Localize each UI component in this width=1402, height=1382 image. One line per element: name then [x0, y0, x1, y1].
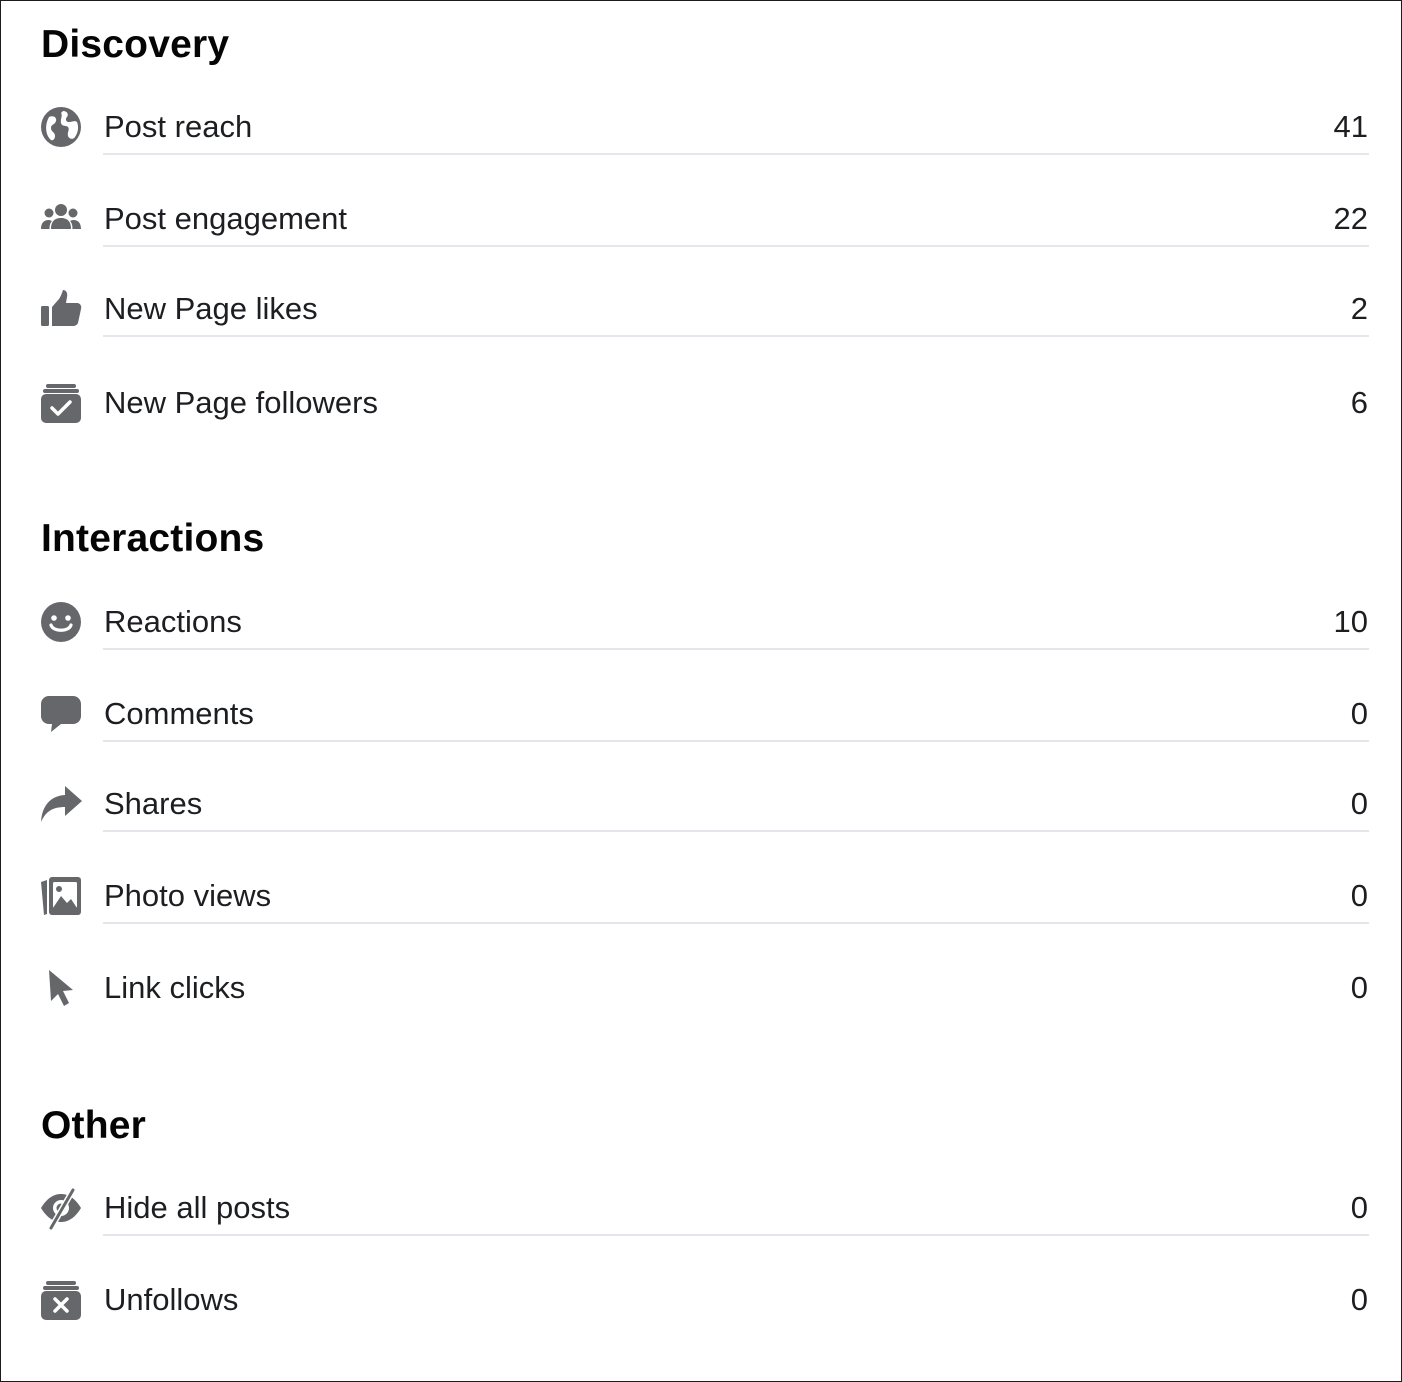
- metric-value: 6: [1350, 385, 1368, 420]
- metric-label: Post engagement: [104, 201, 348, 236]
- smiley-icon: [39, 600, 83, 644]
- follow-icon: [39, 381, 83, 425]
- metric-value: 2: [1350, 291, 1368, 326]
- unfollow-icon: [39, 1278, 83, 1322]
- metric-row-photo-views[interactable]: Photo views 0: [1, 850, 1401, 942]
- metric-label: Photo views: [104, 878, 272, 913]
- row-divider: [103, 830, 1369, 832]
- row-divider: [103, 335, 1369, 337]
- section-title-other: Other: [41, 1104, 147, 1147]
- cursor-icon: [39, 966, 83, 1010]
- metric-label: Shares: [104, 786, 203, 821]
- metric-row-reactions[interactable]: Reactions 10: [1, 576, 1401, 668]
- row-divider: [103, 153, 1369, 155]
- section-title-discovery: Discovery: [41, 23, 230, 66]
- metric-value: 0: [1350, 786, 1368, 821]
- metric-label: Link clicks: [104, 970, 246, 1005]
- section-title-interactions: Interactions: [41, 517, 265, 560]
- comment-icon: [39, 692, 83, 736]
- metric-label: Comments: [104, 696, 254, 731]
- row-divider: [103, 1234, 1369, 1236]
- metric-label: New Page followers: [104, 385, 378, 420]
- metric-value: 0: [1350, 1282, 1368, 1317]
- row-divider: [103, 740, 1369, 742]
- row-divider: [103, 245, 1369, 247]
- metric-row-shares[interactable]: Shares 0: [1, 758, 1401, 850]
- photo-icon: [39, 874, 83, 918]
- metric-label: Reactions: [104, 604, 242, 639]
- metric-row-link-clicks[interactable]: Link clicks 0: [1, 942, 1401, 1034]
- metric-value: 0: [1350, 878, 1368, 913]
- row-divider: [103, 648, 1369, 650]
- metric-label: Hide all posts: [104, 1190, 291, 1225]
- eye-slash-icon: [39, 1186, 83, 1230]
- metric-value: 0: [1350, 970, 1368, 1005]
- row-divider: [103, 922, 1369, 924]
- metric-label: Post reach: [104, 109, 253, 144]
- metric-row-new-page-followers[interactable]: New Page followers 6: [1, 357, 1401, 449]
- metric-row-new-page-likes[interactable]: New Page likes 2: [1, 263, 1401, 355]
- metric-value: 0: [1350, 696, 1368, 731]
- metric-row-hide-all-posts[interactable]: Hide all posts 0: [1, 1162, 1401, 1254]
- metric-row-post-engagement[interactable]: Post engagement 22: [1, 173, 1401, 265]
- thumbs-up-icon: [39, 287, 83, 331]
- metric-label: New Page likes: [104, 291, 318, 326]
- metric-value: 0: [1350, 1190, 1368, 1225]
- metric-label: Unfollows: [104, 1282, 239, 1317]
- people-icon: [39, 197, 83, 241]
- metric-value: 10: [1333, 604, 1368, 639]
- metric-row-unfollows[interactable]: Unfollows 0: [1, 1254, 1401, 1346]
- metric-value: 41: [1333, 109, 1368, 144]
- insights-panel: Discovery Post reach 41 Post engagement …: [0, 0, 1402, 1382]
- metric-row-post-reach[interactable]: Post reach 41: [1, 81, 1401, 173]
- metric-value: 22: [1333, 201, 1368, 236]
- metric-row-comments[interactable]: Comments 0: [1, 668, 1401, 760]
- globe-icon: [39, 105, 83, 149]
- share-icon: [39, 782, 83, 826]
